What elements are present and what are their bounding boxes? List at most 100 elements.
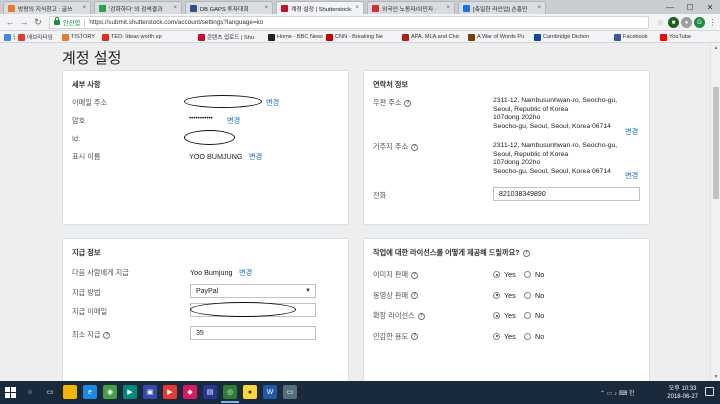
bookmark-item[interactable]: YouTube (660, 33, 691, 41)
browser-tab[interactable]: 계정 설정 | Shutterstock × (276, 1, 364, 14)
licensing-help-icon[interactable]: ? (522, 249, 530, 257)
browser-tab[interactable]: [축일한 라인업] 손흥민 × (458, 1, 546, 14)
change-payee-link[interactable]: 변경 (239, 268, 252, 278)
file-explorer-icon[interactable] (63, 385, 77, 399)
system-tray[interactable]: ⌃ ▭ ♪ ⌨ 한 (600, 388, 635, 397)
bookmark-item[interactable]: Home - BBC News (268, 33, 323, 41)
display-name-value: YOO BUMJUNG (189, 152, 243, 161)
window-minimize-icon[interactable]: — (660, 0, 680, 14)
word-icon[interactable]: W (263, 385, 277, 399)
browser-tab[interactable]: 방랑의 지식창고 : 글쓰 × (3, 1, 91, 14)
bookmark-item[interactable]: 앱 (4, 33, 15, 41)
bookmark-item[interactable]: Facebook (614, 33, 648, 41)
browser-tab[interactable]: DB GAPS 투자대회 × (185, 1, 273, 14)
bookmark-label: TISTORY (71, 34, 96, 40)
details-heading: 세부 사항 (72, 80, 101, 89)
app-icon-blue[interactable]: ▣ (143, 385, 157, 399)
phone-field[interactable]: 821038349890 (493, 187, 640, 201)
payment-method-value: PayPal (196, 287, 219, 295)
bookmark-item[interactable]: Cambridge Diction (534, 33, 589, 41)
notification-icon[interactable] (705, 387, 714, 396)
back-icon[interactable]: ← (4, 16, 16, 28)
license-help-icon[interactable]: ? (417, 312, 425, 320)
kakao-icon[interactable]: ● (243, 385, 257, 399)
tab-favicon-icon (281, 4, 288, 12)
license-no-radio[interactable]: No (524, 270, 544, 279)
license-help-icon[interactable]: ? (411, 271, 419, 279)
extension-icon-3[interactable]: G (694, 17, 705, 28)
bookmark-label: Home - BBC News (277, 34, 323, 40)
mailing-line-2: Seoul, Republic of Korea (493, 105, 569, 113)
minimum-payout-field[interactable]: 35 (190, 326, 316, 340)
address-bar[interactable]: 안전함 https://submit.shutterstock.com/acco… (49, 16, 649, 29)
page-scrollbar[interactable]: ▲ ▼ (710, 43, 720, 381)
bookmark-icon (614, 33, 621, 41)
license-help-icon[interactable]: ? (411, 292, 419, 300)
scroll-down-icon[interactable]: ▼ (711, 372, 720, 381)
window-maximize-icon[interactable]: ☐ (680, 0, 700, 14)
task-view-icon[interactable]: ▭ (43, 385, 57, 399)
license-yes-radio[interactable]: Yes (493, 332, 516, 341)
tab-close-icon[interactable]: × (446, 5, 450, 11)
tab-close-icon[interactable]: × (355, 5, 359, 11)
mailing-address-label: 우편 주소? (373, 98, 412, 108)
tab-close-icon[interactable]: × (82, 5, 86, 11)
license-yes-radio[interactable]: Yes (493, 270, 516, 279)
residence-line-2: Seoul, Republic of Korea (493, 150, 569, 158)
chrome-icon[interactable]: ◎ (221, 385, 239, 403)
payment-card: 지급 정보 다음 사람에게 지급 Yoo Bumjung 변경 지급 방법 Pa… (62, 238, 349, 381)
menu-icon[interactable]: ⋮ (707, 17, 718, 28)
change-password-link[interactable]: 변경 (227, 116, 240, 126)
bookmark-item[interactable]: A War of Words Pu (468, 33, 524, 41)
payment-method-select[interactable]: PayPal ▼ (190, 284, 316, 298)
browser-tab[interactable]: '강화하다' 의 검색결과 × (94, 1, 182, 14)
reload-icon[interactable]: ↻ (32, 16, 44, 28)
scroll-up-icon[interactable]: ▲ (711, 43, 720, 52)
license-no-radio[interactable]: No (524, 311, 544, 320)
minimum-help-icon[interactable]: ? (103, 331, 111, 339)
license-help-icon[interactable]: ? (411, 333, 419, 341)
license-no-radio[interactable]: No (524, 332, 544, 341)
star-icon[interactable]: ☆ (655, 17, 666, 28)
search-icon[interactable]: ○ (23, 385, 37, 399)
residence-help-icon[interactable]: ? (411, 143, 419, 151)
forward-icon[interactable]: → (18, 16, 30, 28)
window-close-icon[interactable]: ✕ (700, 0, 720, 14)
password-value: ••••••••••• (189, 115, 213, 122)
taskbar-clock[interactable]: 오후 10:33 2018-06-27 (667, 385, 698, 401)
bookmark-item[interactable]: TED: Ideas worth sp (102, 33, 162, 41)
app-icon-pink[interactable]: ◆ (183, 385, 197, 399)
bookmark-item[interactable]: CNN - Breaking Ne (326, 33, 383, 41)
tab-close-icon[interactable]: × (537, 5, 541, 11)
edge-icon[interactable]: e (83, 385, 97, 399)
bookmark-item[interactable]: APA, MLA and Chic (402, 33, 460, 41)
windows-start-icon[interactable] (5, 387, 16, 398)
change-mailing-link[interactable]: 변경 (625, 127, 638, 137)
app-icon-navy[interactable]: ▤ (203, 385, 217, 399)
change-display-name-link[interactable]: 변경 (249, 152, 262, 162)
media-icon[interactable]: ▶ (163, 385, 177, 399)
scroll-thumb[interactable] (713, 87, 719, 199)
app-icon-green[interactable]: ◉ (103, 385, 117, 399)
license-no-radio[interactable]: No (524, 291, 544, 300)
license-yes-radio[interactable]: Yes (493, 291, 516, 300)
bookmark-item[interactable]: 애브리타임 (18, 33, 53, 41)
tab-close-icon[interactable]: × (264, 5, 268, 11)
app-icon-teal[interactable]: ▶ (123, 385, 137, 399)
extension-icon-2[interactable]: ● (681, 17, 692, 28)
extension-icon[interactable]: ■ (668, 17, 679, 28)
license-yes-radio[interactable]: Yes (493, 311, 516, 320)
bookmark-item[interactable]: 콘텐츠 업로드 | Shu (198, 33, 254, 41)
browser-tab[interactable]: 외국인 노동자/이민자 · × (367, 1, 455, 14)
change-email-link[interactable]: 변경 (266, 98, 279, 108)
mailing-line-4: Seocho-gu, Seoul, Seoul, Korea 06714 (493, 123, 611, 131)
tab-close-icon[interactable]: × (173, 5, 177, 11)
bookmark-label: Cambridge Diction (543, 34, 590, 40)
app-icon-gray[interactable]: ▭ (283, 385, 297, 399)
radio-no-icon (524, 271, 531, 278)
bookmark-item[interactable]: TISTORY (62, 33, 95, 41)
bookmark-label: Facebook (623, 34, 648, 40)
change-residence-link[interactable]: 변경 (625, 171, 638, 181)
mailing-help-icon[interactable]: ? (404, 99, 412, 107)
residence-address: 2311-12, Nambusunhwan-ro, Seocho-gu, Seo… (493, 142, 617, 177)
